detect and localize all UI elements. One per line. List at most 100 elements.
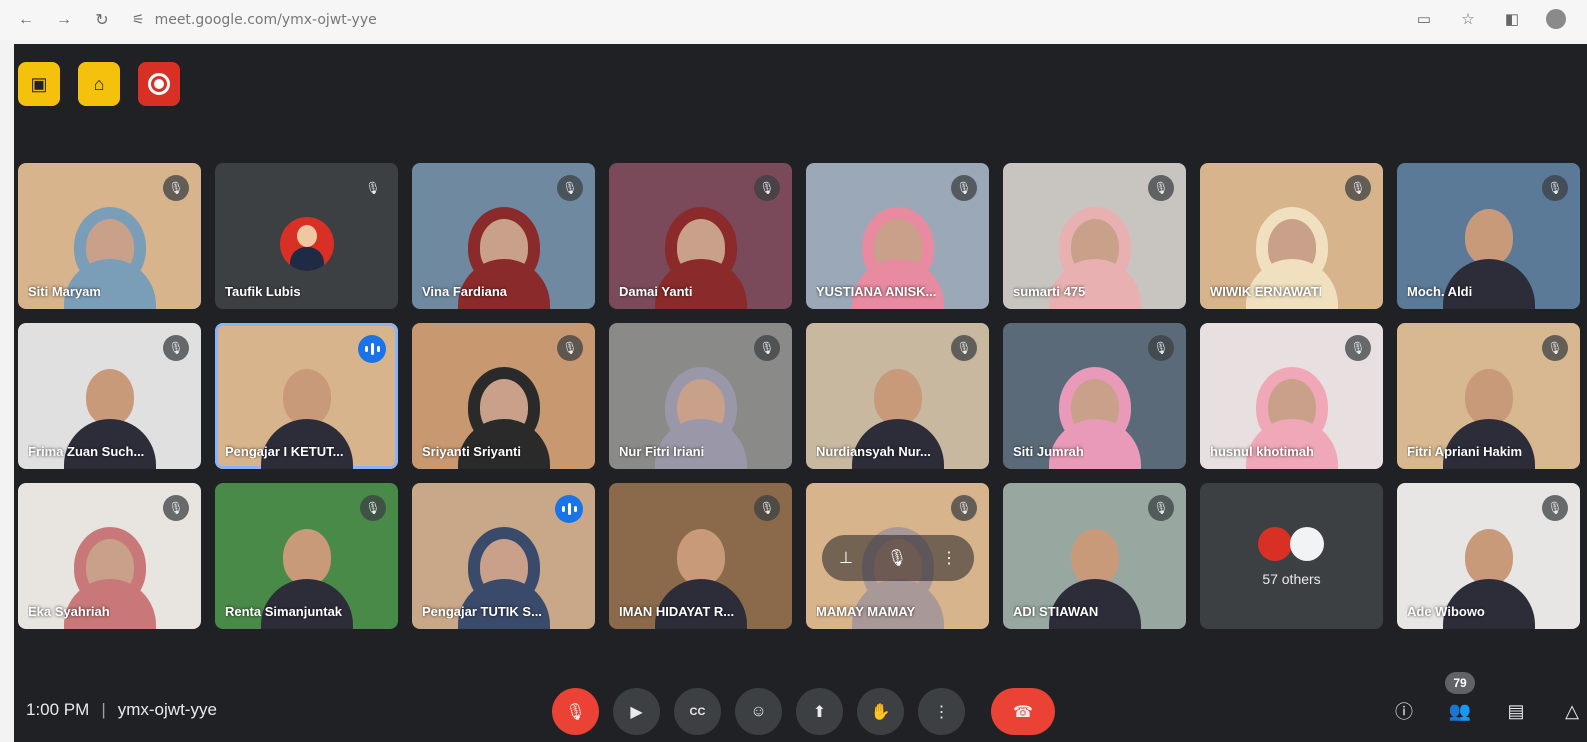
site-settings-icon[interactable]: ⚟ bbox=[132, 12, 145, 28]
others-count-label: 57 others bbox=[1262, 571, 1321, 587]
side-controls: ⓘ 79 👥 ▤ △ bbox=[1389, 672, 1587, 728]
participant-tile[interactable]: 🎙 Vina Fardiana bbox=[412, 163, 595, 309]
pin-icon[interactable]: ⊥ bbox=[839, 548, 853, 568]
recording-icon[interactable] bbox=[138, 62, 180, 106]
participant-tile[interactable]: 🎙 Nurdiansyah Nur... bbox=[806, 323, 989, 469]
bottom-bar: 1:00 PM | ymx-ojwt-yye 🎙 ▶ CC ☺ ⬆ ✋ ⋮ ☎ … bbox=[14, 672, 1587, 742]
participant-name: Eka Syahriah bbox=[28, 604, 110, 619]
forward-button[interactable]: → bbox=[50, 6, 78, 34]
address-bar[interactable]: ⚟ meet.google.com/ymx-ojwt-yye bbox=[132, 6, 377, 34]
participant-tile[interactable]: 🎙 Moch. Aldi bbox=[1397, 163, 1580, 309]
participant-tile[interactable]: Pengajar TUTIK S... bbox=[412, 483, 595, 629]
participant-tile[interactable]: 🎙 Nur Fitri Iriani bbox=[609, 323, 792, 469]
participant-tile[interactable]: 🎙 ADI STIAWAN bbox=[1003, 483, 1186, 629]
participant-tile[interactable]: 🎙 Renta Simanjuntak bbox=[215, 483, 398, 629]
participant-name: Taufik Lubis bbox=[225, 284, 301, 299]
participant-name: husnul khotimah bbox=[1210, 444, 1314, 459]
meet-window: ▣ ⌂ 🎙 Siti Maryam 🎙 Taufik Lubis 🎙 Vina Fardi… bbox=[14, 44, 1587, 742]
present-screen-button[interactable]: ⬆ bbox=[796, 688, 843, 735]
mic-off-icon: 🎙 bbox=[163, 175, 189, 201]
participant-name: Pengajar I KETUT... bbox=[225, 444, 344, 459]
participant-grid: 🎙 Siti Maryam 🎙 Taufik Lubis 🎙 Vina Fardiana 🎙… bbox=[18, 163, 1580, 629]
participant-name: Nur Fitri Iriani bbox=[619, 444, 705, 459]
mic-off-icon: 🎙 bbox=[557, 335, 583, 361]
people-button[interactable]: 79 👥 bbox=[1445, 672, 1475, 728]
mic-off-icon: 🎙 bbox=[754, 175, 780, 201]
participant-tile[interactable]: 🎙 Taufik Lubis bbox=[215, 163, 398, 309]
profile-avatar-icon[interactable] bbox=[1545, 6, 1567, 32]
participant-tile[interactable]: 🎙 YUSTIANA ANISK... bbox=[806, 163, 989, 309]
url-text[interactable]: meet.google.com/ymx-ojwt-yye bbox=[155, 12, 377, 28]
avatar bbox=[1290, 527, 1324, 561]
door-icon[interactable]: ⌂ bbox=[78, 62, 120, 106]
participant-tile[interactable]: 🎙 Frima Zuan Such... bbox=[18, 323, 201, 469]
raise-hand-button[interactable]: ✋ bbox=[857, 688, 904, 735]
participant-tile[interactable]: 🎙 Siti Maryam bbox=[18, 163, 201, 309]
reload-button[interactable]: ↻ bbox=[88, 6, 116, 34]
tile-hover-controls: ⊥ 🎙 ⋮ bbox=[822, 535, 974, 581]
participant-tile[interactable]: Pengajar I KETUT... bbox=[215, 323, 398, 469]
speaking-indicator-icon bbox=[555, 495, 583, 523]
camera-off-icon[interactable]: ▣ bbox=[18, 62, 60, 106]
mic-off-icon: 🎙 bbox=[360, 495, 386, 521]
avatar bbox=[279, 217, 334, 271]
mute-participant-icon[interactable]: 🎙 bbox=[887, 548, 907, 568]
people-icon: 👥 bbox=[1448, 700, 1472, 721]
participant-tile[interactable]: 🎙 Siti Jumrah bbox=[1003, 323, 1186, 469]
participant-tile[interactable]: 🎙 husnul khotimah bbox=[1200, 323, 1383, 469]
speaking-indicator-icon bbox=[358, 335, 386, 363]
participant-name: Fitri Apriani Hakim bbox=[1407, 444, 1523, 459]
mic-off-icon: 🎙 bbox=[1345, 175, 1371, 201]
participant-name: Nurdiansyah Nur... bbox=[816, 444, 931, 459]
side-panel-icon[interactable]: ◧ bbox=[1501, 6, 1523, 32]
participant-tile[interactable]: 🎙 Damai Yanti bbox=[609, 163, 792, 309]
captions-button[interactable]: CC bbox=[674, 688, 721, 735]
participant-name: Vina Fardiana bbox=[422, 284, 508, 299]
participant-name: Pengajar TUTIK S... bbox=[422, 604, 542, 619]
participant-tile[interactable]: 🎙 Sriyanti Sriyanti bbox=[412, 323, 595, 469]
participant-tile[interactable]: 🎙 Eka Syahriah bbox=[18, 483, 201, 629]
call-controls: 🎙 ▶ CC ☺ ⬆ ✋ ⋮ ☎ bbox=[552, 688, 1055, 735]
meeting-separator: | bbox=[101, 700, 106, 719]
participant-name: Renta Simanjuntak bbox=[225, 604, 343, 619]
back-button[interactable]: ← bbox=[12, 6, 40, 34]
participant-name: WIWIK ERNAWATI bbox=[1210, 284, 1323, 299]
mic-off-icon: 🎙 bbox=[754, 495, 780, 521]
chat-button[interactable]: ▤ bbox=[1501, 694, 1531, 728]
avatar bbox=[1258, 527, 1292, 561]
participant-name: IMAN HIDAYAT R... bbox=[619, 604, 735, 619]
participant-name: ADI STIAWAN bbox=[1013, 604, 1099, 619]
participant-tile[interactable]: 🎙 WIWIK ERNAWATI bbox=[1200, 163, 1383, 309]
participant-tile[interactable]: 🎙 sumarti 475 bbox=[1003, 163, 1186, 309]
participant-tile[interactable]: 🎙 Fitri Apriani Hakim bbox=[1397, 323, 1580, 469]
mic-off-icon: 🎙 bbox=[360, 175, 386, 201]
participant-tile[interactable]: 🎙 Ade Wibowo bbox=[1397, 483, 1580, 629]
mic-off-icon: 🎙 bbox=[1345, 335, 1371, 361]
participant-tile[interactable]: ⊥ 🎙 ⋮ 🎙 MAMAY MAMAY bbox=[806, 483, 989, 629]
emoji-reaction-button[interactable]: ☺ bbox=[735, 688, 782, 735]
participant-name: Moch. Aldi bbox=[1407, 284, 1473, 299]
participant-tile[interactable]: 57 others bbox=[1200, 483, 1383, 629]
mic-off-icon: 🎙 bbox=[1148, 495, 1174, 521]
meeting-code: ymx-ojwt-yye bbox=[117, 700, 217, 719]
leave-call-button[interactable]: ☎ bbox=[991, 688, 1055, 735]
participant-name: YUSTIANA ANISK... bbox=[816, 284, 937, 299]
more-options-button[interactable]: ⋮ bbox=[918, 688, 965, 735]
participant-tile[interactable]: 🎙 IMAN HIDAYAT R... bbox=[609, 483, 792, 629]
mic-off-icon: 🎙 bbox=[1148, 175, 1174, 201]
top-status-icons: ▣ ⌂ bbox=[18, 62, 180, 106]
meeting-details-button[interactable]: ⓘ bbox=[1389, 694, 1419, 728]
bookmark-star-icon[interactable]: ☆ bbox=[1457, 6, 1479, 32]
participant-name: Sriyanti Sriyanti bbox=[422, 444, 521, 459]
mic-off-icon: 🎙 bbox=[163, 495, 189, 521]
camera-toggle-button[interactable]: ▶ bbox=[613, 688, 660, 735]
more-vert-icon[interactable]: ⋮ bbox=[941, 548, 957, 568]
mic-toggle-button[interactable]: 🎙 bbox=[552, 688, 599, 735]
participant-name: MAMAY MAMAY bbox=[816, 604, 916, 619]
mic-off-icon: 🎙 bbox=[1542, 175, 1568, 201]
activities-button[interactable]: △ bbox=[1557, 694, 1587, 728]
others-avatars bbox=[1258, 527, 1332, 561]
camera-permission-icon[interactable]: ▭ bbox=[1413, 6, 1435, 32]
mic-off-icon: 🎙 bbox=[1542, 495, 1568, 521]
meeting-info: 1:00 PM | ymx-ojwt-yye bbox=[26, 700, 217, 720]
